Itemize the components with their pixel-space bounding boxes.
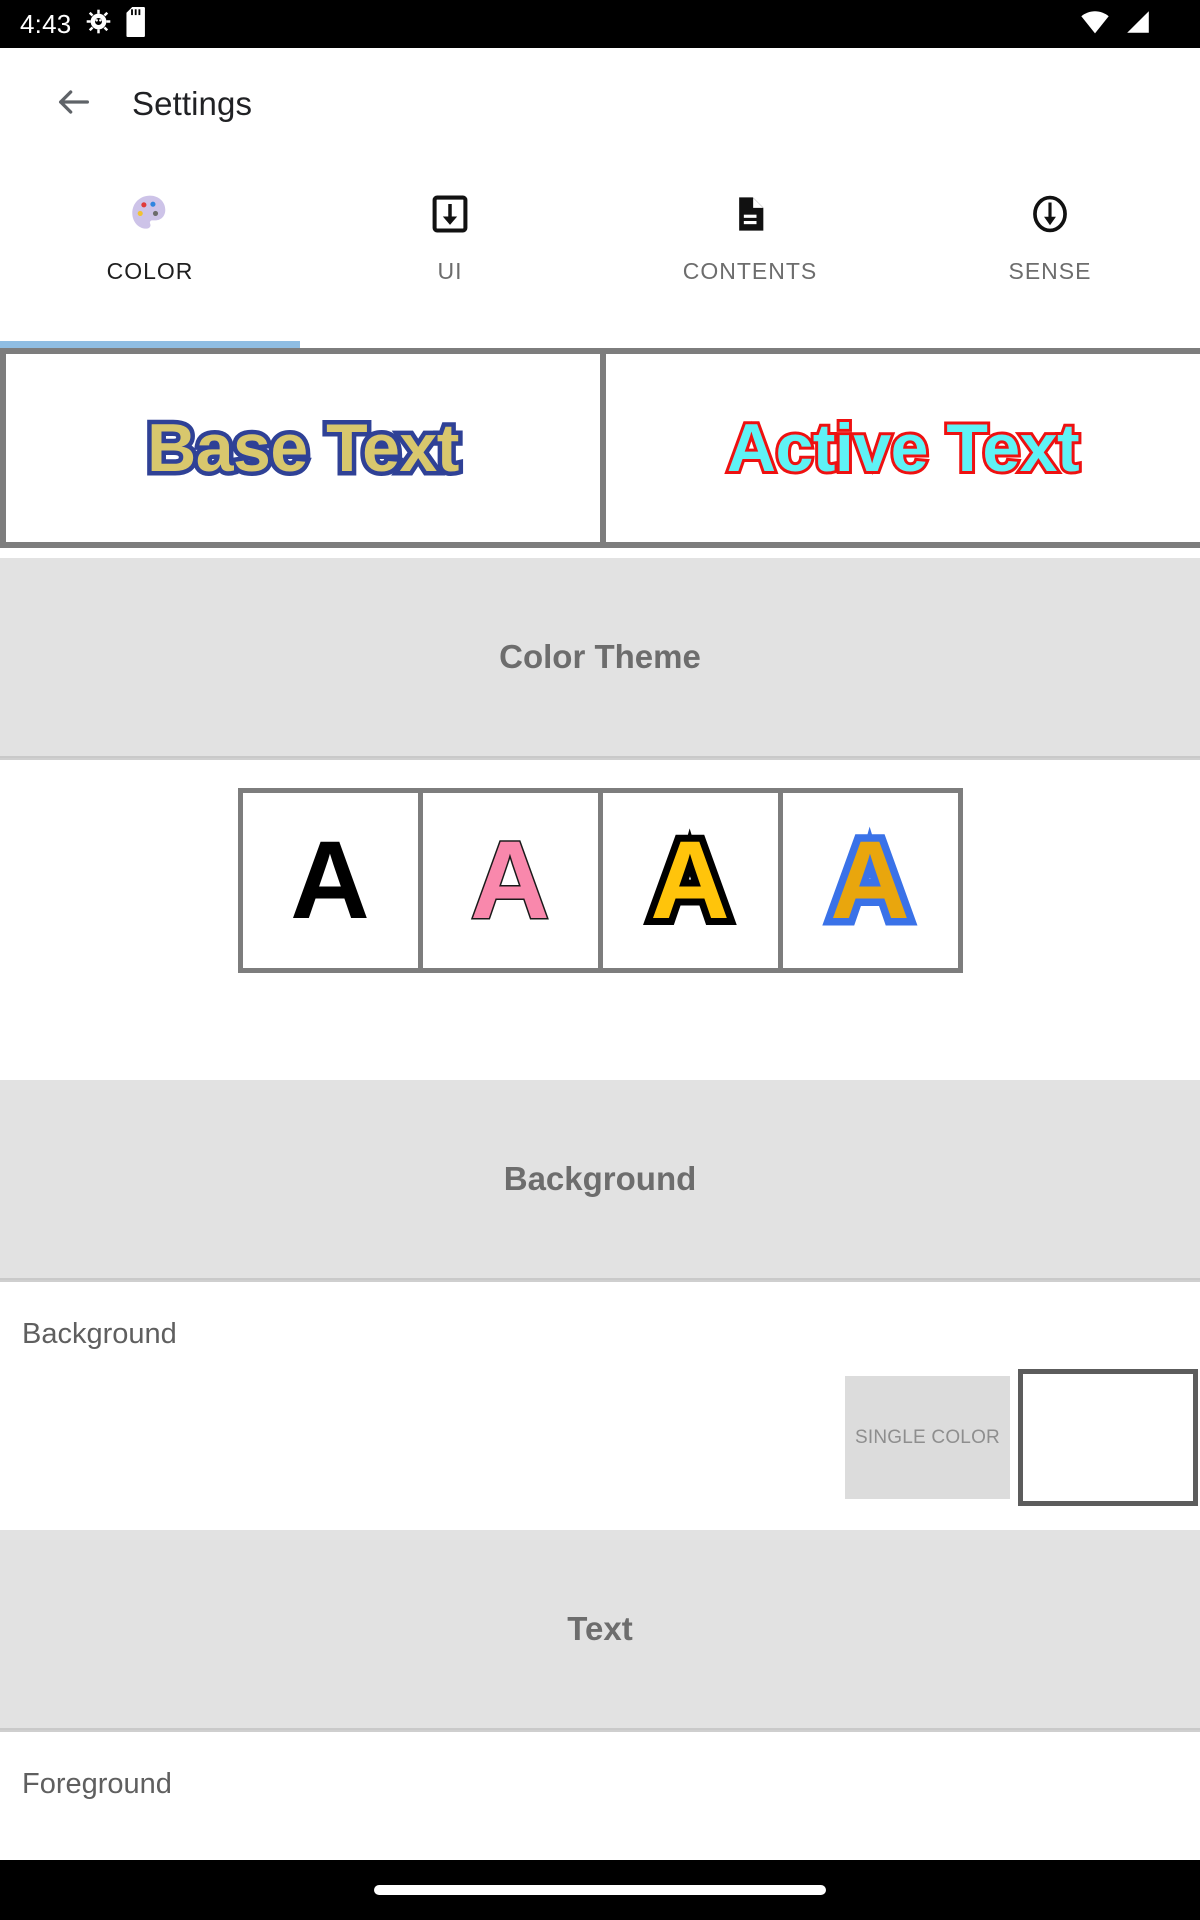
tab-label: CONTENTS <box>682 258 818 284</box>
text-preview-row: Base Text Active Text <box>0 348 1200 548</box>
theme-swatch-2[interactable]: A <box>422 793 598 968</box>
tab-contents[interactable]: CONTENTS <box>600 160 900 348</box>
tab-sense[interactable]: SENSE <box>900 160 1200 348</box>
app-bar: Settings <box>0 48 1200 160</box>
status-bar-left: 4:43 <box>20 6 150 42</box>
tab-active-indicator <box>600 341 900 348</box>
foreground-row-label: Foreground <box>22 1768 172 1800</box>
arrow-left-icon <box>54 82 94 127</box>
color-theme-header: Color Theme <box>0 558 1200 758</box>
background-header: Background <box>0 1080 1200 1280</box>
android-debug-icon <box>85 8 112 40</box>
page-title: Settings <box>132 85 253 122</box>
background-color-swatch[interactable] <box>1018 1369 1198 1506</box>
tab-ui[interactable]: UI <box>300 160 600 348</box>
back-button[interactable] <box>38 68 110 140</box>
theme-glyph: A <box>823 818 918 943</box>
tab-active-indicator <box>900 341 1200 348</box>
theme-swatch-1[interactable]: A <box>242 793 418 968</box>
section-title: Text <box>567 1610 633 1647</box>
tab-label: COLOR <box>106 258 194 284</box>
section-title: Color Theme <box>499 638 701 675</box>
active-text-preview[interactable]: Active Text <box>606 354 1200 542</box>
theme-glyph: A <box>469 818 551 942</box>
background-section: Background Background SINGLE COLOR <box>0 1080 1200 1534</box>
background-row[interactable]: Background SINGLE COLOR <box>0 1282 1200 1532</box>
status-bar-right <box>1080 10 1180 39</box>
home-pill[interactable] <box>374 1885 826 1895</box>
sd-card-icon <box>126 6 150 42</box>
palette-icon <box>128 186 172 242</box>
status-bar: 4:43 <box>0 0 1200 48</box>
text-section: Text Foreground <box>0 1530 1200 1801</box>
foreground-row[interactable]: Foreground <box>0 1732 1200 1801</box>
theme-strip: A A A A <box>237 788 963 973</box>
theme-glyph: A <box>643 818 737 942</box>
tab-bar: COLOR UI CONTENTS SENSE <box>0 160 1200 348</box>
wifi-icon <box>1080 10 1110 39</box>
base-text-preview[interactable]: Base Text <box>6 354 600 542</box>
settings-screen: 4:43 Settings COLOR UI CONTENTS SENSE Ba… <box>0 0 1200 1920</box>
theme-swatch-4[interactable]: A <box>782 793 958 968</box>
tab-label: SENSE <box>1008 258 1092 284</box>
color-theme-section: Color Theme <box>0 558 1200 760</box>
section-title: Background <box>503 1160 697 1197</box>
tab-active-indicator <box>300 341 600 348</box>
tab-color[interactable]: COLOR <box>0 160 300 348</box>
background-row-label: Background <box>22 1318 177 1350</box>
base-text-sample: Base Text <box>143 410 464 487</box>
theme-swatch-3[interactable]: A <box>602 793 778 968</box>
tab-active-indicator <box>0 341 300 348</box>
tab-label: UI <box>437 258 463 284</box>
document-icon <box>730 186 770 242</box>
theme-glyph: A <box>290 818 370 942</box>
text-header: Text <box>0 1530 1200 1730</box>
background-row-controls: SINGLE COLOR <box>0 1351 1200 1532</box>
download-box-icon <box>429 186 471 242</box>
circle-down-arrow-icon <box>1029 186 1071 242</box>
active-text-sample: Active Text <box>724 410 1083 486</box>
single-color-chip[interactable]: SINGLE COLOR <box>845 1376 1010 1499</box>
status-clock: 4:43 <box>20 8 72 39</box>
color-theme-swatch-row: A A A A <box>0 760 1200 1080</box>
cellular-signal-icon <box>1124 10 1152 39</box>
system-nav-bar <box>0 1860 1200 1920</box>
